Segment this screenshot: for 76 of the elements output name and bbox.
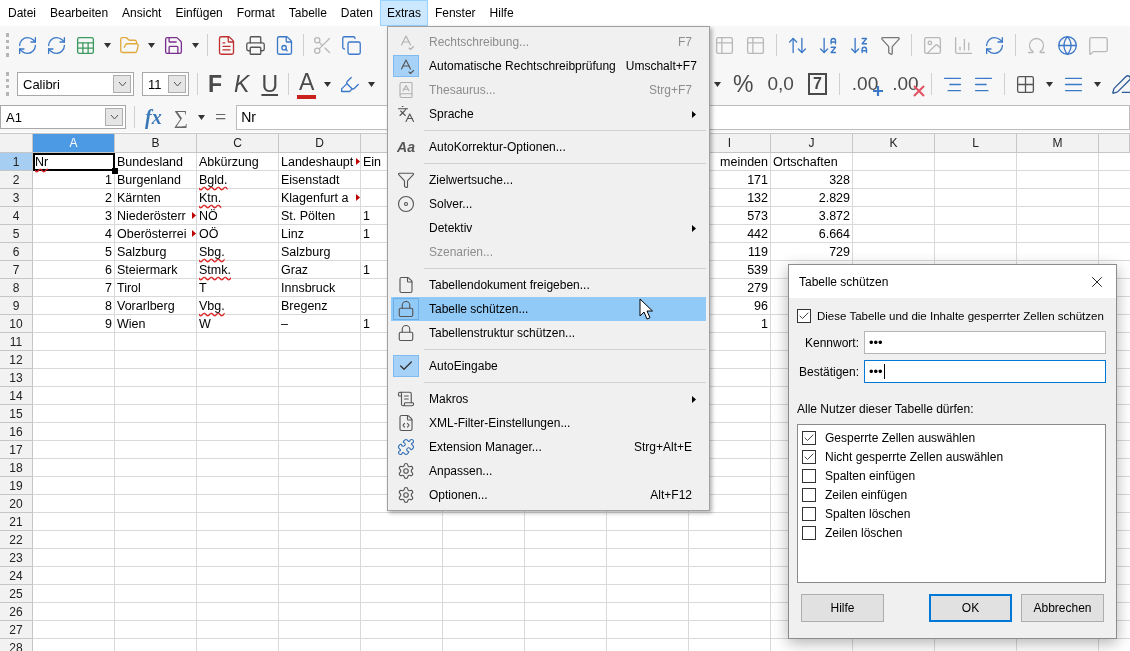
table-cell-text: OÖ <box>198 226 220 243</box>
table-cell-text: Sbg. <box>198 244 226 261</box>
field-label: Kennwort: <box>803 335 859 350</box>
table-cell-text: 171 <box>746 172 769 189</box>
table-cell-text: 119 <box>747 244 769 261</box>
table-cell-text: Bregenz <box>280 298 329 315</box>
table-cell-text: Salzburg <box>280 244 332 261</box>
table-cell-text: St. Pölten <box>280 208 337 225</box>
field-label: Bestätigen: <box>797 364 859 379</box>
table-cell-text: Wien <box>116 316 147 333</box>
table-cell-text: 573 <box>746 208 769 225</box>
table-cell-text: 3 <box>104 208 113 225</box>
table-cell-text: 6 <box>104 262 113 279</box>
table-cell: Nr <box>33 153 115 171</box>
table-cell-text: 6.664 <box>817 226 851 243</box>
table-cell-text: Steiermark <box>116 262 179 279</box>
table-cell: Landeshaupt <box>279 153 361 171</box>
dialog-title: Tabelle schützen <box>799 274 889 289</box>
table-cell-text: 328 <box>828 172 851 189</box>
table-cell-text: 2 <box>104 190 113 207</box>
checkbox-label: Spalten einfügen <box>825 468 916 483</box>
table-cell-text: Vbg. <box>198 298 226 315</box>
table-cell-text: Vorarlberg <box>116 298 176 315</box>
checkbox-label: Zeilen löschen <box>825 525 903 540</box>
table-cell-text: Ortschaften <box>772 154 839 171</box>
table-cell-text: W <box>198 316 212 333</box>
shortcut-text: Umschalt+F7 <box>624 59 697 73</box>
table-cell-text: 9 <box>104 316 113 333</box>
table-cell-text: Ktn. <box>198 190 223 207</box>
table-cell: Oberösterrei <box>115 225 197 243</box>
table-cell-text: 132 <box>746 190 769 207</box>
table-cell-text: NÖ <box>198 208 219 225</box>
shortcut-text: F7 <box>677 35 692 49</box>
table-cell-text: Ein <box>362 154 383 171</box>
table-cell-text: 96 <box>753 298 769 315</box>
table-cell-text: 4 <box>104 226 113 243</box>
table-cell-text: 442 <box>746 226 769 243</box>
shortcut-text: Strg+F7 <box>647 83 692 97</box>
checkbox-label: Spalten löschen <box>825 506 911 521</box>
table-cell-text: Stmk. <box>198 262 232 279</box>
table-cell-text: 1 <box>362 262 371 279</box>
text-style-icon: Aa <box>397 139 415 155</box>
table-cell-text: meinden <box>719 154 769 171</box>
table-cell-text: Burgenland <box>116 172 182 189</box>
table-cell-text: Linz <box>280 226 305 243</box>
checkbox-label: Zeilen einfügen <box>825 487 908 502</box>
table-cell-text: Kärnten <box>116 190 162 207</box>
table-cell-text: Innsbruck <box>280 280 337 297</box>
table-cell: Niederösterr <box>115 207 197 225</box>
table-cell-text: Graz <box>280 262 310 279</box>
table-cell-text: T <box>198 280 208 297</box>
table-cell-text: 8 <box>104 298 113 315</box>
table-cell-text: Eisenstadt <box>280 172 341 189</box>
table-cell-text: 729 <box>828 244 851 261</box>
table-cell-text: 2.829 <box>817 190 851 207</box>
table-cell-text: Abkürzung <box>198 154 260 171</box>
table-cell-text: 279 <box>746 280 769 297</box>
table-cell-text: Salzburg <box>116 244 168 261</box>
table-cell-text: – <box>280 316 289 333</box>
table-cell-text: 1 <box>104 172 113 189</box>
table-cell-text: 539 <box>746 262 769 279</box>
table-cell-text: 1 <box>362 208 371 225</box>
checkbox-label: Diese Tabelle und die Inhalte gesperrter Zellen schützen <box>817 309 1104 322</box>
table-cell-text: Bgld. <box>198 172 229 189</box>
checkbox-label: Nicht gesperrte Zellen auswählen <box>825 449 1004 464</box>
table-cell-text: 5 <box>104 244 113 261</box>
table-cell-text: 7 <box>104 280 113 297</box>
table-cell-text: 3.872 <box>817 208 851 225</box>
table-cell-text: Bundesland <box>116 154 185 171</box>
section-label: Alle Nutzer dieser Tabelle dürfen: <box>797 402 975 416</box>
checkbox-label: Gesperrte Zellen auswählen <box>825 430 976 445</box>
table-cell-text: Tirol <box>116 280 142 297</box>
table-cell: Klagenfurt a <box>279 189 361 207</box>
table-cell-text: 1 <box>760 316 769 333</box>
shortcut-text: Strg+Alt+E <box>632 440 692 454</box>
shortcut-text: Alt+F12 <box>649 488 692 502</box>
